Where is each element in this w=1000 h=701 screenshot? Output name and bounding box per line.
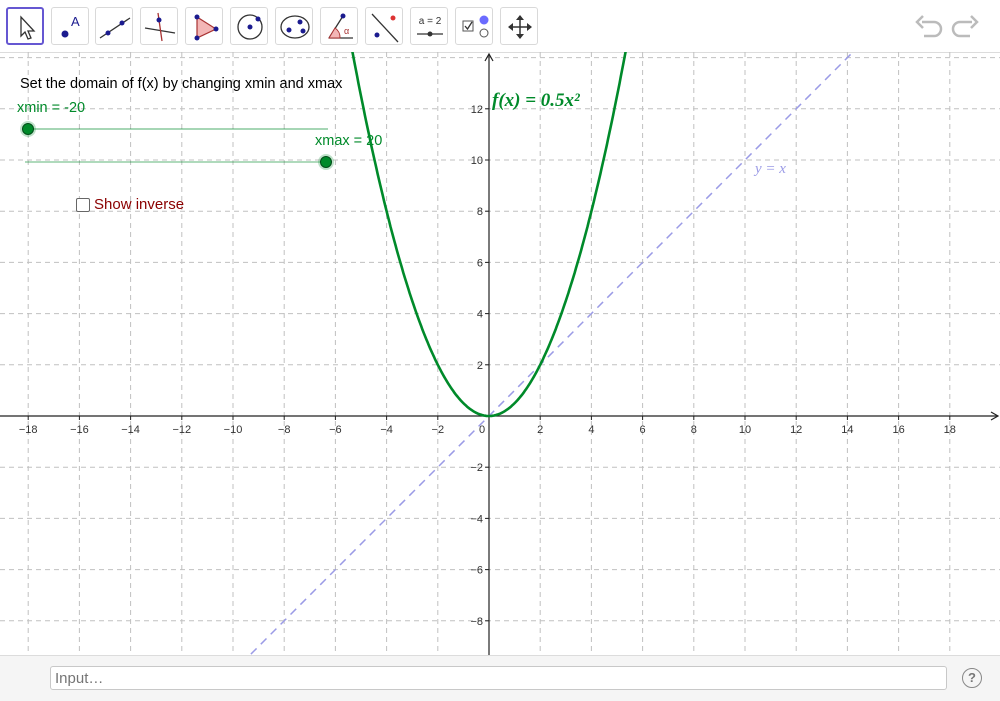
angle-icon: α — [328, 13, 353, 39]
x-tick-label: 4 — [588, 424, 594, 436]
y-tick-label: 4 — [477, 309, 483, 321]
redo-button[interactable] — [950, 10, 982, 42]
x-tick-label: −8 — [278, 424, 291, 436]
angle-tool[interactable]: α — [320, 7, 358, 45]
x-tick-label: 2 — [537, 424, 543, 436]
conic-tool[interactable] — [275, 7, 313, 45]
y-tick-label: −4 — [470, 513, 483, 525]
show-inverse-label: Show inverse — [94, 196, 185, 213]
redo-icon — [951, 15, 979, 38]
input-bar: ? — [0, 655, 1000, 701]
graphics-view[interactable]: −18 −16 −14 −12 −10 −8 −6 −4 −2 0 2 4 6 8 10 12 14 16 18 12… — [0, 52, 1000, 655]
x-tick-label: 6 — [640, 424, 646, 436]
help-icon[interactable]: ? — [962, 668, 982, 688]
reflect-about-line-icon — [371, 13, 399, 43]
checkbox-icon — [462, 15, 489, 38]
svg-text:A: A — [71, 14, 80, 29]
point-tool[interactable]: A — [51, 7, 89, 45]
y-tick-label: 2 — [477, 360, 483, 372]
cursor-arrow-icon — [20, 15, 36, 40]
line-through-points-icon — [99, 17, 131, 39]
move-tool[interactable] — [6, 7, 44, 45]
ellipse-icon — [280, 15, 310, 39]
slider-tool-label: a = 2 — [419, 16, 442, 27]
xmin-slider-handle — [22, 123, 34, 135]
move-arrows-icon — [508, 15, 532, 39]
xmax-slider-label: xmax = 20 — [315, 133, 383, 149]
x-tick-label: −6 — [329, 424, 342, 436]
y-tick-label: 8 — [477, 206, 483, 218]
identity-line-label: y = x — [755, 161, 786, 177]
circle-center-point-icon — [237, 14, 263, 40]
undo-button[interactable] — [912, 10, 944, 42]
x-tick-label: 8 — [691, 424, 697, 436]
checkbox-tool[interactable] — [455, 7, 493, 45]
instruction-text: Set the domain of f(x) by changing xmin … — [20, 76, 343, 92]
xmax-slider-handle — [320, 156, 332, 168]
xmin-slider-label: xmin = -20 — [17, 100, 86, 116]
x-tick-label: −14 — [121, 424, 140, 436]
reflect-tool[interactable] — [365, 7, 403, 45]
perpendicular-tool[interactable] — [140, 7, 178, 45]
point-a-icon: A — [61, 14, 80, 38]
y-tick-label: −6 — [470, 565, 483, 577]
x-tick-label: 14 — [841, 424, 853, 436]
show-inverse-checkbox[interactable]: Show inverse — [76, 196, 184, 213]
polygon-icon — [194, 14, 219, 41]
x-tick-label: 12 — [790, 424, 802, 436]
perpendicular-line-icon — [144, 12, 176, 42]
graph-svg: −18 −16 −14 −12 −10 −8 −6 −4 −2 0 2 4 6 8 10 12 14 16 1812… — [0, 52, 1000, 655]
x-tick-label: 18 — [944, 424, 956, 436]
x-tick-label: −4 — [380, 424, 393, 436]
x-tick-label: −12 — [172, 424, 191, 436]
polygon-tool[interactable] — [185, 7, 223, 45]
undo-icon — [915, 15, 943, 38]
y-tick-label: 6 — [477, 257, 483, 269]
slider-icon: a = 2 — [417, 16, 443, 37]
move-graphics-tool[interactable] — [500, 7, 538, 45]
x-tick-label: −2 — [432, 424, 445, 436]
y-tick-label: 10 — [471, 155, 483, 167]
y-tick-label: 12 — [471, 104, 483, 116]
x-tick-label: −18 — [19, 424, 38, 436]
toolbar: A α a = 2 — [0, 0, 1000, 53]
checkbox-box[interactable] — [76, 197, 90, 212]
function-label: f(x) = 0.5x² — [492, 90, 580, 111]
slider-tool[interactable]: a = 2 — [410, 7, 448, 45]
x-tick-label: −16 — [70, 424, 89, 436]
x-tick-label: 10 — [739, 424, 751, 436]
y-tick-label: −8 — [470, 616, 483, 628]
line-tool[interactable] — [95, 7, 133, 45]
x-tick-label: −10 — [224, 424, 243, 436]
x-tick-label: 16 — [892, 424, 904, 436]
svg-text:α: α — [344, 26, 349, 36]
input-field[interactable] — [50, 666, 947, 690]
circle-tool[interactable] — [230, 7, 268, 45]
y-tick-label: −2 — [470, 462, 483, 474]
